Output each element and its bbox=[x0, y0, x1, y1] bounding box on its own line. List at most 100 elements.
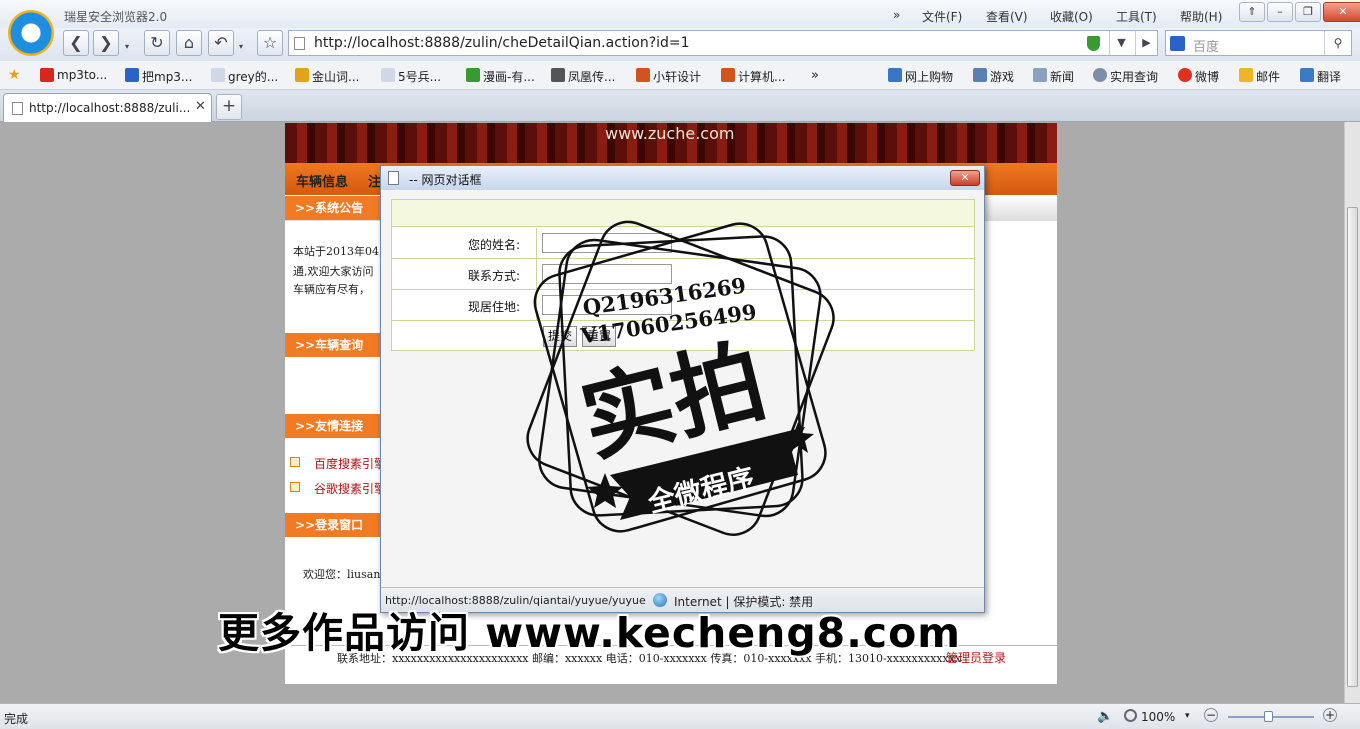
stamp-watermark: Q2196316269 V17060256499 实拍 全微程序 bbox=[526, 220, 835, 536]
undo-dropdown-icon[interactable]: ▾ bbox=[239, 42, 243, 51]
search-input[interactable]: 百度 bbox=[1193, 36, 1219, 55]
mail-icon bbox=[1239, 68, 1253, 82]
browser-logo-icon bbox=[8, 10, 54, 56]
link-google[interactable]: 谷歌搜素引擎 bbox=[314, 480, 386, 497]
history-dropdown-icon[interactable]: ▾ bbox=[125, 42, 129, 51]
nav-vehicle-info[interactable]: 车辆信息 bbox=[296, 171, 348, 190]
site-domain: www.zuche.com bbox=[605, 124, 735, 143]
bookmark-grey[interactable]: grey的... bbox=[228, 68, 278, 85]
bookmark-icon bbox=[211, 68, 225, 82]
news-icon bbox=[1033, 68, 1047, 82]
baidu-paw-icon[interactable] bbox=[1170, 36, 1185, 51]
tab-label: http://localhost:8888/zuli... bbox=[29, 101, 191, 115]
home-button[interactable]: ⌂ bbox=[176, 30, 202, 56]
notice-line: 通,欢迎大家访问 bbox=[293, 265, 374, 278]
status-text: 完成 bbox=[4, 712, 29, 726]
sound-icon[interactable]: 🔈 bbox=[1097, 709, 1113, 724]
page-icon bbox=[294, 37, 305, 50]
menu-tools[interactable]: 工具(T) bbox=[1116, 8, 1157, 25]
address-dropdown-button[interactable]: ▼ bbox=[1109, 31, 1133, 55]
bookmark-mp3to[interactable]: mp3to... bbox=[57, 68, 107, 82]
bullet-icon bbox=[290, 482, 300, 492]
bookmark-icon bbox=[40, 68, 54, 82]
bookmark-translate[interactable]: 翻译 bbox=[1317, 68, 1341, 85]
bookmark-xiaoxuan[interactable]: 小轩设计 bbox=[653, 68, 701, 85]
address-input[interactable]: http://localhost:8888/zulin/cheDetailQia… bbox=[314, 35, 690, 51]
tab-bar: http://localhost:8888/zuli... ✕ + bbox=[0, 90, 1360, 122]
new-tab-button[interactable]: + bbox=[216, 94, 242, 120]
site-watermark: 更多作品访问 www.kecheng8.com bbox=[218, 609, 961, 657]
bookmark-mp3[interactable]: 把mp3... bbox=[142, 68, 192, 85]
forward-button[interactable]: ❯ bbox=[93, 30, 119, 56]
bookmark-icon bbox=[466, 68, 480, 82]
zoom-out-button[interactable]: − bbox=[1204, 708, 1218, 722]
go-button[interactable]: ▶ bbox=[1135, 31, 1157, 55]
tab-close-icon[interactable]: ✕ bbox=[195, 99, 206, 114]
shopping-icon bbox=[888, 68, 902, 82]
bookmark-jisuanji[interactable]: 计算机... bbox=[738, 68, 785, 85]
bookmarks-more-icon[interactable]: » bbox=[811, 68, 819, 83]
back-button[interactable]: ❮ bbox=[63, 30, 89, 56]
bookmark-weibo[interactable]: 微博 bbox=[1195, 68, 1219, 85]
tab-active[interactable]: http://localhost:8888/zuli... ✕ bbox=[3, 93, 212, 122]
zoom-slider-thumb[interactable] bbox=[1264, 711, 1273, 722]
bookmark-fenghuang[interactable]: 凤凰传... bbox=[568, 68, 615, 85]
menu-help[interactable]: 帮助(H) bbox=[1180, 8, 1222, 25]
bookmark-icon bbox=[721, 68, 735, 82]
address-bar[interactable]: http://localhost:8888/zulin/cheDetailQia… bbox=[288, 30, 1158, 56]
dialog-title: -- 网页对话框 bbox=[409, 173, 482, 187]
window-close-button[interactable]: ✕ bbox=[1323, 2, 1360, 22]
title-bar: 瑞星安全浏览器2.0 » 文件(F) 查看(V) 收藏(O) 工具(T) 帮助(… bbox=[0, 0, 1360, 28]
bookmark-news[interactable]: 新闻 bbox=[1050, 68, 1074, 85]
bookmark-mail[interactable]: 邮件 bbox=[1256, 68, 1280, 85]
favorites-star-icon[interactable]: ★ bbox=[8, 67, 21, 83]
zoom-in-button[interactable]: + bbox=[1323, 708, 1337, 722]
bookmark-icon bbox=[551, 68, 565, 82]
menu-file[interactable]: 文件(F) bbox=[922, 8, 962, 25]
game-icon bbox=[973, 68, 987, 82]
bookmark-games[interactable]: 游戏 bbox=[990, 68, 1014, 85]
site-banner: www.zuche.com bbox=[285, 123, 1057, 163]
pin-icon[interactable]: ⇑ bbox=[1239, 2, 1265, 22]
bookmark-shopping[interactable]: 网上购物 bbox=[905, 68, 953, 85]
bookmark-query[interactable]: 实用查询 bbox=[1110, 68, 1158, 85]
page-icon bbox=[12, 102, 23, 115]
bookmark-5hao[interactable]: 5号兵... bbox=[398, 68, 441, 85]
bookmark-manhua[interactable]: 漫画-有... bbox=[483, 68, 535, 85]
app-title: 瑞星安全浏览器2.0 bbox=[64, 10, 168, 24]
zoom-dropdown-icon[interactable]: ▾ bbox=[1185, 711, 1190, 721]
navigation-bar: ❮ ❯ ▾ ↻ ⌂ ↶ ▾ ☆ http://localhost:8888/zu… bbox=[0, 28, 1360, 61]
menu-favorites[interactable]: 收藏(O) bbox=[1050, 8, 1093, 25]
section-notice: >>系统公告 bbox=[285, 196, 380, 220]
bookmark-icon bbox=[381, 68, 395, 82]
notice-line: 本站于2013年04, bbox=[293, 245, 383, 258]
minimize-button[interactable]: – bbox=[1267, 2, 1293, 22]
restore-button[interactable]: ❐ bbox=[1295, 2, 1321, 22]
menu-view[interactable]: 查看(V) bbox=[986, 8, 1028, 25]
dialog-close-button[interactable]: ✕ bbox=[950, 170, 980, 186]
scrollbar-thumb[interactable] bbox=[1347, 207, 1358, 687]
bullet-icon bbox=[290, 457, 300, 467]
zoom-level[interactable]: 100% bbox=[1141, 710, 1175, 724]
notice-line: 车辆应有尽有， bbox=[293, 283, 370, 296]
zoom-icon[interactable] bbox=[1124, 709, 1137, 722]
search-box[interactable]: 百度 ⚲ bbox=[1165, 30, 1352, 56]
refresh-button[interactable]: ↻ bbox=[144, 30, 170, 56]
section-friend-links: >>友情连接 bbox=[285, 414, 380, 438]
bookmark-icon bbox=[125, 68, 139, 82]
shield-icon[interactable] bbox=[1087, 36, 1100, 51]
translate-icon bbox=[1300, 68, 1314, 82]
bookmark-jinshan[interactable]: 金山词... bbox=[312, 68, 359, 85]
add-favorite-button[interactable]: ☆ bbox=[257, 30, 283, 56]
section-vehicle-query: >>车辆查询 bbox=[285, 333, 380, 357]
section-login: >>登录窗口 bbox=[285, 513, 380, 537]
search-button[interactable]: ⚲ bbox=[1324, 31, 1351, 55]
dialog-title-bar: -- 网页对话框 ✕ bbox=[381, 166, 984, 190]
bookmark-icon bbox=[636, 68, 650, 82]
menu-more-icon[interactable]: » bbox=[893, 8, 900, 22]
vertical-scrollbar[interactable] bbox=[1344, 122, 1360, 703]
bookmark-icon bbox=[295, 68, 309, 82]
welcome-text: 欢迎您：liusan bbox=[303, 568, 381, 581]
link-baidu[interactable]: 百度搜素引擎 bbox=[314, 455, 386, 472]
undo-close-button[interactable]: ↶ bbox=[208, 30, 234, 56]
